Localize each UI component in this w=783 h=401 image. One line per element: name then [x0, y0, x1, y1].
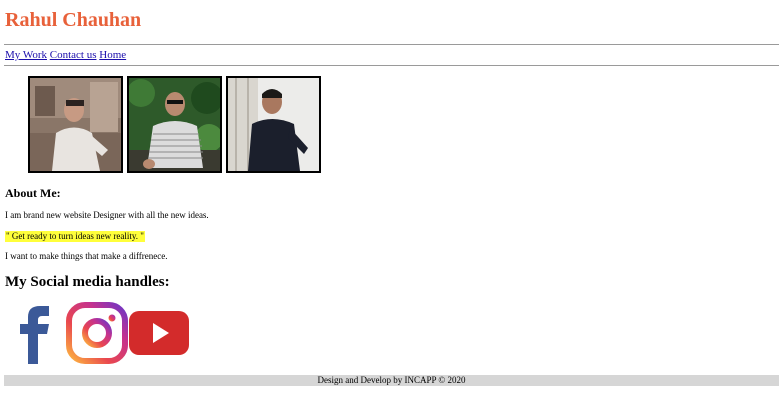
- photo-2: [127, 76, 222, 173]
- top-divider: [4, 44, 779, 45]
- photo-1: [28, 76, 123, 173]
- about-line-1: I am brand new website Designer with all…: [5, 210, 209, 220]
- instagram-link[interactable]: [66, 302, 128, 369]
- youtube-link[interactable]: [129, 311, 189, 360]
- nav-home-link[interactable]: Home: [99, 49, 126, 61]
- social-heading: My Social media handles:: [5, 274, 170, 290]
- photo-3: [226, 76, 321, 173]
- about-heading: About Me:: [5, 186, 61, 200]
- nav-my-work-link[interactable]: My Work: [5, 49, 47, 61]
- youtube-icon: [129, 311, 189, 355]
- instagram-icon: [66, 302, 128, 364]
- page: Rahul Chauhan My Work Contact us Home Ab…: [0, 0, 783, 401]
- facebook-link[interactable]: [18, 304, 50, 369]
- footer: Design and Develop by INCAPP © 2020: [4, 375, 779, 386]
- nav-bar: My Work Contact us Home: [5, 49, 126, 62]
- nav-contact-link[interactable]: Contact us: [50, 49, 97, 61]
- facebook-icon: [20, 306, 49, 364]
- about-line-3: I want to make things that make a diffre…: [5, 251, 168, 261]
- nav-divider: [4, 65, 779, 66]
- site-title: Rahul Chauhan: [5, 9, 142, 31]
- about-quote: " Get ready to turn ideas new reality. ": [5, 231, 145, 242]
